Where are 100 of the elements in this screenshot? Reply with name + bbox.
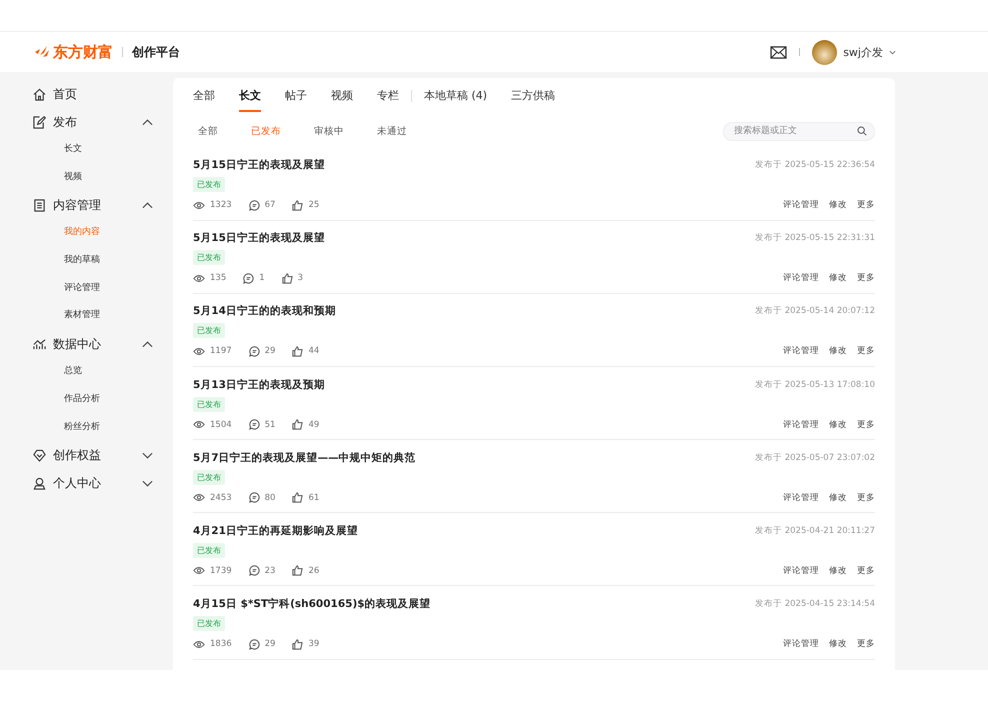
- flame-logo-icon: [34, 45, 50, 59]
- chevron-down-icon[interactable]: [889, 50, 896, 54]
- brand-name: 东方财富: [53, 42, 113, 62]
- eye-icon: [193, 493, 205, 502]
- publish-time: 发布于 2025-04-21 20:11:27: [755, 524, 875, 537]
- publish-time: 发布于 2025-05-15 22:36:54: [755, 159, 875, 171]
- action-link[interactable]: 更多: [857, 272, 875, 284]
- article-title[interactable]: 5月13日宁王的表现及预期: [193, 378, 325, 392]
- edit-icon: [33, 116, 46, 128]
- comment-icon: [248, 419, 260, 430]
- sidebar-group[interactable]: 内容管理: [0, 191, 173, 220]
- status-tag: 已发布: [193, 323, 225, 338]
- action-link[interactable]: 修改: [829, 272, 847, 284]
- sidebar-item[interactable]: 作品分析: [0, 386, 173, 414]
- action-link[interactable]: 更多: [857, 638, 875, 650]
- comment-icon: [248, 346, 260, 357]
- filter-tab[interactable]: 全部: [193, 124, 223, 138]
- action-link[interactable]: 更多: [857, 345, 875, 358]
- like-count: 26: [308, 566, 320, 576]
- tab[interactable]: 长文: [239, 80, 261, 112]
- action-link[interactable]: 修改: [829, 418, 847, 431]
- tab[interactable]: 视频: [331, 80, 353, 112]
- platform-title: 创作平台: [132, 44, 180, 60]
- chevron-up-icon[interactable]: [142, 118, 153, 126]
- action-link[interactable]: 评论管理: [783, 564, 819, 577]
- view-count: 135: [210, 273, 226, 284]
- article-title[interactable]: 5月7日宁王的表现及展望——中规中矩的典范: [193, 450, 416, 465]
- article-title[interactable]: 5月15日宁王的表现及展望: [193, 158, 325, 172]
- comment-count: 67: [264, 200, 276, 210]
- search-icon[interactable]: [857, 126, 867, 136]
- status-tag: 已发布: [193, 542, 225, 558]
- sidebar-item[interactable]: 我的草稿: [0, 247, 173, 275]
- action-link[interactable]: 评论管理: [783, 345, 819, 358]
- action-link[interactable]: 评论管理: [783, 199, 819, 211]
- comment-count: 80: [264, 492, 276, 503]
- action-link[interactable]: 更多: [857, 418, 875, 431]
- action-link[interactable]: 更多: [857, 492, 875, 504]
- sidebar-item[interactable]: 长文: [0, 136, 173, 164]
- document-icon: [33, 198, 46, 212]
- action-link[interactable]: 评论管理: [783, 272, 819, 284]
- comment-icon: [248, 638, 260, 650]
- tab[interactable]: 帖子: [285, 80, 307, 112]
- chevron-up-icon[interactable]: [142, 202, 153, 209]
- user-name[interactable]: swj介发: [843, 44, 883, 60]
- sidebar-group[interactable]: 个人中心: [0, 469, 173, 498]
- publish-time: 发布于 2025-04-15 23:14:54: [755, 598, 875, 610]
- sidebar-item[interactable]: 粉丝分析: [0, 414, 173, 442]
- thumbs-up-icon: [292, 638, 304, 650]
- mail-icon[interactable]: [770, 46, 788, 58]
- article-title[interactable]: 5月14日宁王的的表现和预期: [193, 304, 336, 318]
- sidebar-item[interactable]: 视频: [0, 164, 173, 192]
- thumbs-up-icon: [292, 492, 304, 504]
- view-count: 1739: [210, 566, 232, 576]
- action-link[interactable]: 评论管理: [783, 418, 819, 431]
- filter-tab[interactable]: 审核中: [309, 124, 349, 138]
- comment-icon: [243, 272, 254, 284]
- sidebar-group[interactable]: 数据中心: [0, 330, 173, 358]
- like-count: 25: [308, 200, 320, 210]
- action-link[interactable]: 修改: [829, 492, 847, 504]
- action-link[interactable]: 评论管理: [783, 638, 819, 650]
- thumbs-up-icon: [292, 419, 304, 430]
- like-count: 44: [308, 346, 320, 356]
- tab[interactable]: 全部: [193, 80, 215, 112]
- article-title[interactable]: 4月15日 $*ST宁科(sh600165)$的表现及展望: [193, 597, 431, 612]
- sidebar-group[interactable]: 首页: [0, 80, 173, 108]
- action-link[interactable]: 修改: [829, 638, 847, 650]
- article-title[interactable]: 4月21日宁王的再延期影响及展望: [193, 524, 358, 538]
- thumbs-up-icon: [292, 565, 304, 576]
- tab[interactable]: 专栏: [377, 80, 399, 112]
- thumbs-up-icon: [292, 346, 304, 357]
- like-count: 3: [298, 273, 304, 284]
- publish-time: 发布于 2025-05-14 20:07:12: [755, 305, 875, 318]
- sidebar-item[interactable]: 总览: [0, 358, 173, 386]
- tab[interactable]: 本地草稿 (4): [424, 80, 488, 112]
- action-link[interactable]: 更多: [857, 564, 875, 577]
- chevron-down-icon[interactable]: [142, 452, 153, 459]
- action-link[interactable]: 修改: [829, 345, 847, 358]
- chevron-up-icon[interactable]: [142, 340, 153, 348]
- avatar[interactable]: [812, 40, 838, 64]
- filter-tab[interactable]: 未通过: [372, 124, 412, 138]
- sidebar-item[interactable]: 评论管理: [0, 274, 173, 302]
- action-link[interactable]: 修改: [829, 199, 847, 211]
- search-field[interactable]: 搜索标题或正文: [723, 122, 875, 140]
- article-title[interactable]: 5月15日宁王的表现及展望: [193, 231, 325, 246]
- action-link[interactable]: 评论管理: [783, 492, 819, 504]
- status-tag: 已发布: [193, 616, 225, 632]
- comment-count: 51: [264, 420, 276, 430]
- like-count: 39: [308, 639, 320, 650]
- comment-icon: [248, 200, 260, 210]
- eye-icon: [193, 274, 205, 283]
- publish-time: 发布于 2025-05-07 23:07:02: [755, 452, 875, 464]
- sidebar-item[interactable]: 素材管理: [0, 302, 173, 330]
- chevron-down-icon[interactable]: [142, 480, 153, 487]
- action-link[interactable]: 更多: [857, 199, 875, 211]
- sidebar-group[interactable]: 创作权益: [0, 441, 173, 470]
- view-count: 1197: [210, 346, 232, 356]
- comment-icon: [248, 492, 260, 504]
- tab[interactable]: 三方供稿: [511, 80, 556, 112]
- sidebar-group[interactable]: 发布: [0, 108, 173, 136]
- action-link[interactable]: 修改: [829, 564, 847, 577]
